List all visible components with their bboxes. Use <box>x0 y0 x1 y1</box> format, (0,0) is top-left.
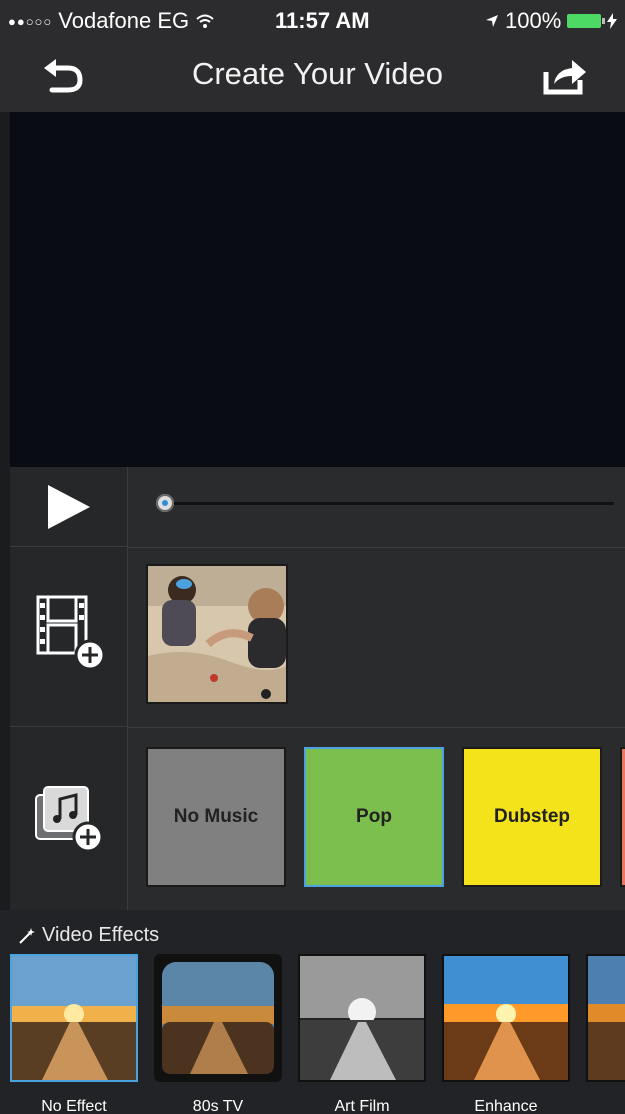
music-tile-partial[interactable] <box>620 747 625 887</box>
timeline-panel: No Music Pop Dubstep <box>128 467 625 910</box>
add-video-cell <box>10 547 128 727</box>
add-music-button[interactable] <box>34 785 106 855</box>
effect-label: 80s TV <box>192 1098 244 1114</box>
share-button[interactable] <box>540 54 590 98</box>
status-time: 11:57 AM <box>275 8 370 33</box>
magic-wand-icon <box>19 927 35 944</box>
wifi-icon <box>196 14 214 28</box>
effect-thumbnail <box>442 954 570 1082</box>
app-frame: ●●○○○ Vodafone EG 11:57 AM 100% Create Y… <box>0 0 625 1114</box>
page-title: Create Your Video <box>191 56 444 91</box>
divider <box>128 547 625 548</box>
signal-strength-icon: ●●○○○ <box>8 13 53 29</box>
play-cell <box>10 467 128 547</box>
music-tile-pop[interactable]: Pop <box>304 747 444 887</box>
charging-bolt-icon <box>607 13 618 29</box>
effect-thumbnail <box>10 954 138 1082</box>
status-bar: ●●○○○ Vodafone EG 11:57 AM 100% <box>0 0 625 40</box>
navigation-bar: Create Your Video <box>0 40 625 112</box>
video-effects-header: Video Effects <box>18 924 159 947</box>
status-left: ●●○○○ Vodafone EG <box>8 8 215 34</box>
music-tile-label: Dubstep <box>494 806 570 827</box>
add-music-icon <box>35 786 104 853</box>
effect-no-effect[interactable]: No Effect <box>10 954 138 1114</box>
video-clip-thumbnail[interactable] <box>146 564 288 704</box>
music-tile-no-music[interactable]: No Music <box>146 747 286 887</box>
location-arrow-icon <box>486 15 498 27</box>
add-video-button[interactable] <box>36 595 108 671</box>
effect-partial[interactable] <box>586 954 625 1082</box>
carrier-name: Vodafone EG <box>58 8 190 33</box>
music-tile-label: No Music <box>173 806 259 827</box>
clip-photo <box>148 566 286 702</box>
divider <box>128 727 625 728</box>
battery-percent: 100% <box>505 8 562 33</box>
effect-art-film[interactable]: Art Film <box>298 954 426 1114</box>
play-icon <box>48 485 90 529</box>
effect-label: Art Film <box>334 1098 390 1114</box>
effect-label: No Effect <box>41 1098 107 1114</box>
video-effects-title: Video Effects <box>42 924 160 946</box>
timeline-slider-thumb[interactable] <box>156 494 174 512</box>
play-button[interactable] <box>46 485 92 529</box>
effect-thumbnail <box>298 954 426 1082</box>
share-icon <box>543 60 586 95</box>
effect-enhance[interactable]: Enhance <box>442 954 570 1114</box>
effect-thumbnail <box>586 954 625 1082</box>
tools-column <box>10 467 128 910</box>
add-music-cell <box>10 727 128 910</box>
timeline-slider[interactable] <box>164 502 614 505</box>
add-video-icon <box>36 595 106 671</box>
status-right: 100% <box>485 8 618 34</box>
effect-label: Enhance <box>474 1098 538 1114</box>
music-tile-dubstep[interactable]: Dubstep <box>462 747 602 887</box>
music-tile-label: Pop <box>356 806 392 827</box>
video-effects-panel: Video Effects No Effect 80s TV Art Film … <box>0 910 625 1114</box>
video-preview[interactable] <box>10 112 625 467</box>
battery-icon <box>567 14 606 28</box>
effect-80s-tv[interactable]: 80s TV <box>154 954 282 1114</box>
effect-thumbnail <box>154 954 282 1082</box>
